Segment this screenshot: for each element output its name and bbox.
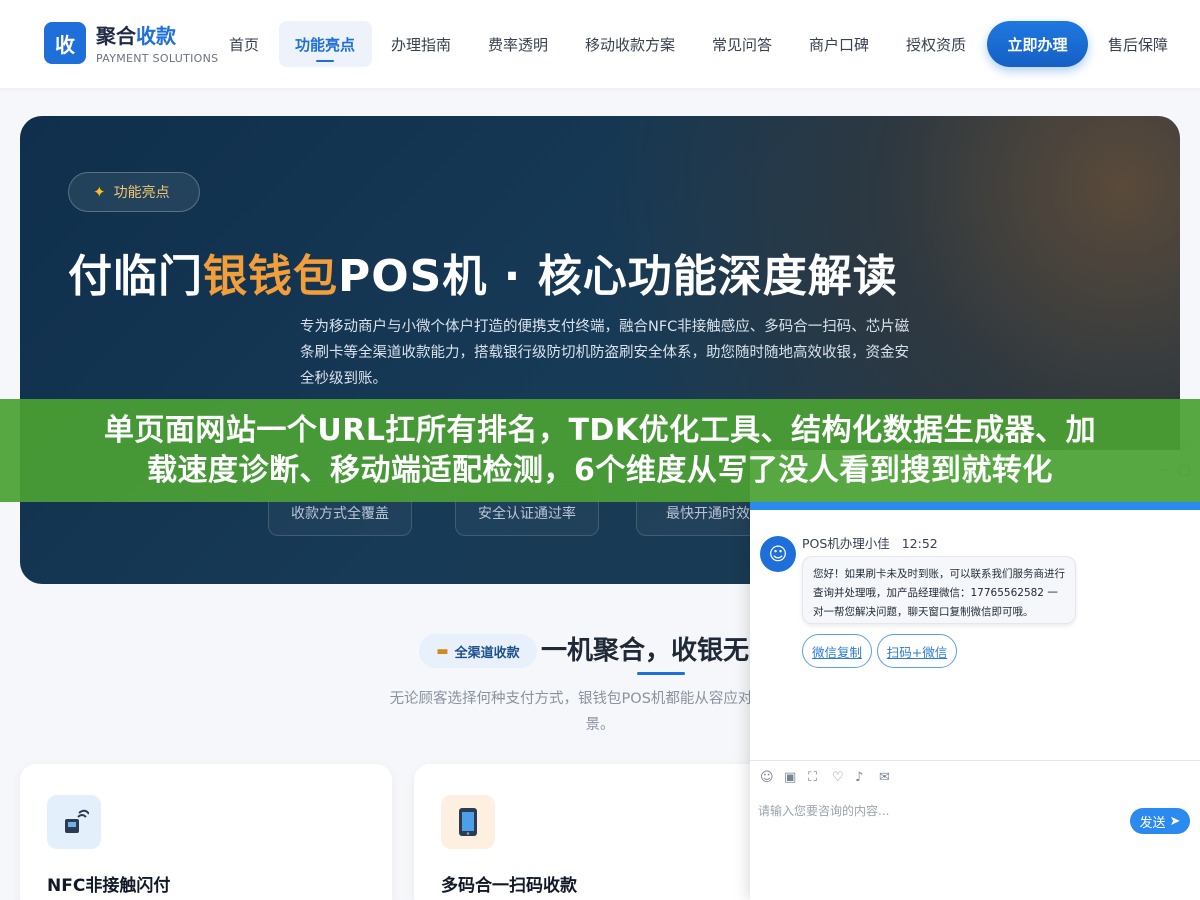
emoji-icon[interactable]: ☺ bbox=[760, 770, 774, 785]
logo-title[interactable]: 聚合收款 bbox=[96, 20, 176, 49]
feature-card-nfc[interactable]: NFC非接触闪付 bbox=[20, 764, 392, 900]
banner-line-2: 载速度诊断、移动端适配检测，6个维度从写了没人看到搜到就转化 bbox=[147, 453, 1053, 488]
agent-meta: POS机办理小佳 12:52 bbox=[802, 533, 938, 552]
logo-title-main: 聚合 bbox=[96, 24, 136, 48]
nav-item-mobile-solutions[interactable]: 移动收款方案 bbox=[585, 34, 675, 55]
feature-card-qr[interactable]: 多码合一扫码收款 bbox=[414, 764, 786, 900]
chat-divider bbox=[750, 760, 1200, 761]
nfc-terminal-icon bbox=[47, 795, 101, 849]
chat-message-input[interactable] bbox=[758, 798, 1118, 824]
quick-reply-scan-wechat[interactable]: 扫码+微信 bbox=[877, 634, 957, 668]
nav-item-rates[interactable]: 费率透明 bbox=[488, 34, 548, 55]
nav-item-features[interactable]: 功能亮点 bbox=[295, 34, 355, 55]
section-badge: ▬ 全渠道收款 bbox=[419, 634, 537, 668]
hero-badge: ✦ 功能亮点 bbox=[68, 172, 200, 212]
feature-card-title: 多码合一扫码收款 bbox=[441, 876, 577, 896]
logo-subtitle: PAYMENT SOLUTIONS bbox=[96, 52, 219, 65]
section-title-underline bbox=[637, 672, 685, 675]
section-description-tail: 景。 bbox=[585, 717, 615, 733]
message-time: 12:52 bbox=[901, 536, 938, 551]
agent-name: POS机办理小佳 bbox=[802, 536, 890, 551]
section-title: 一机聚合，收银无 bbox=[541, 636, 750, 666]
nav-active-underline bbox=[316, 60, 334, 62]
apply-now-button[interactable]: 立即办理 bbox=[987, 21, 1088, 67]
nav-item-reviews[interactable]: 商户口碑 bbox=[809, 34, 869, 55]
send-arrow-icon: ➤ bbox=[1169, 813, 1181, 829]
feature-card-title: NFC非接触闪付 bbox=[47, 876, 171, 896]
voice-icon[interactable]: ♪ bbox=[855, 770, 863, 785]
sparkle-icon: ✦ bbox=[93, 183, 106, 201]
nav-item-faq[interactable]: 常见问答 bbox=[712, 34, 772, 55]
chat-header-accent-bar bbox=[750, 502, 1200, 510]
nav-item-home[interactable]: 首页 bbox=[229, 34, 259, 55]
nav-item-after-sales[interactable]: 售后保障 bbox=[1108, 34, 1168, 55]
hero-title: 付临门银钱包POS机 · 核心功能深度解读 bbox=[68, 240, 898, 304]
screenshot-icon[interactable]: ⛶ bbox=[808, 770, 817, 785]
agent-avatar: ☺ bbox=[760, 536, 796, 572]
hero-description: 专为移动商户与小微个体户打造的便携支付终端，融合NFC非接触感应、多码合一扫码、… bbox=[300, 319, 910, 387]
nav-item-guide[interactable]: 办理指南 bbox=[391, 34, 451, 55]
send-button[interactable]: 发送 ➤ bbox=[1130, 808, 1190, 834]
chat-widget: — ▢ ☺ POS机办理小佳 12:52 您好！如果刷卡未及时到账，可以联系我们… bbox=[750, 450, 1200, 900]
section-description-text: 无论顾客选择何种支付方式，银钱包POS机都能从容应对，覆盖当 bbox=[389, 691, 811, 707]
logo-icon[interactable]: 收 bbox=[44, 22, 86, 64]
phone-icon bbox=[441, 795, 495, 849]
wechat-icon[interactable]: ✉ bbox=[879, 770, 890, 785]
agent-message-bubble: 您好！如果刷卡未及时到账，可以联系我们服务商进行查询并处理哦，加产品经理微信：1… bbox=[802, 556, 1076, 624]
evaluate-icon[interactable]: ♡ bbox=[832, 770, 844, 785]
image-icon[interactable]: ▣ bbox=[784, 770, 796, 785]
hero-title-part-a: 付临门 bbox=[68, 251, 203, 302]
quick-reply-copy-wechat[interactable]: 微信复制 bbox=[802, 634, 872, 668]
promo-overlay-banner: 单页面网站一个URL扛所有排名，TDK优化工具、结构化数据生成器、加 载速度诊断… bbox=[0, 399, 1200, 502]
section-badge-label: 全渠道收款 bbox=[454, 645, 520, 661]
banner-line-1: 单页面网站一个URL扛所有排名，TDK优化工具、结构化数据生成器、加 bbox=[103, 413, 1097, 448]
hero-badge-label: 功能亮点 bbox=[113, 185, 170, 201]
logo-title-accent: 收款 bbox=[136, 24, 176, 48]
hero-title-part-b: POS机 · 核心功能深度解读 bbox=[338, 251, 898, 302]
hero-title-highlight: 银钱包 bbox=[203, 251, 338, 302]
card-icon: ▬ bbox=[436, 643, 449, 659]
nav-item-license[interactable]: 授权资质 bbox=[906, 34, 966, 55]
send-button-label: 发送 bbox=[1139, 815, 1166, 831]
site-header: 收 聚合收款 PAYMENT SOLUTIONS 首页 功能亮点 办理指南 费率… bbox=[0, 0, 1200, 88]
